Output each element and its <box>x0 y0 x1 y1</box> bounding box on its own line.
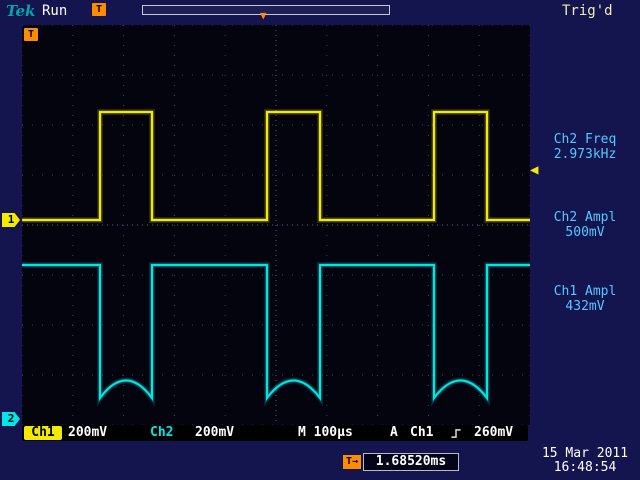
measurement-ch2-ampl: Ch2 Ampl 500mV <box>532 210 638 240</box>
right-arrow-icon: → <box>352 456 358 467</box>
trigger-mode-label: A <box>390 425 398 441</box>
measurement-label: Ch2 Ampl <box>532 210 638 225</box>
measurement-value: 500mV <box>532 225 638 240</box>
ch1-scale-value: 200mV <box>68 425 107 441</box>
time-label: 16:48:54 <box>532 461 638 475</box>
oscilloscope-display: Tek Run T ▼ Trig'd T 1 2 ◀ Ch2 Freq 2.97… <box>0 0 640 480</box>
measurement-label: Ch2 Freq <box>532 132 638 147</box>
ch2-scale-label: Ch2 <box>150 425 173 441</box>
delay-marker-chip: T→ <box>343 455 361 469</box>
trigger-position-icon: ▼ <box>260 9 267 22</box>
ch1-scale-chip: Ch1 <box>24 426 62 440</box>
ch1-marker-label: 1 <box>8 213 15 226</box>
measurement-label: Ch1 Ampl <box>532 284 638 299</box>
graticule-area: T <box>22 25 530 425</box>
readout-bar: Ch1 200mV Ch2 200mV M 100µs A Ch1 260mV <box>22 425 528 441</box>
ch2-scale-value: 200mV <box>195 425 234 441</box>
date-label: 15 Mar 2011 <box>532 447 638 461</box>
tek-logo: Tek <box>6 2 35 20</box>
trigger-level-icon: ◀ <box>530 162 538 178</box>
delay-time-value: 1.68520ms <box>376 454 446 469</box>
trigger-flag: T <box>24 28 38 41</box>
trigger-state-label: Trig'd <box>562 3 613 19</box>
measurement-ch1-ampl: Ch1 Ampl 432mV <box>532 284 638 314</box>
rising-edge-icon <box>450 428 462 439</box>
measurement-value: 2.973kHz <box>532 147 638 162</box>
timebase-readout: M 100µs <box>298 425 353 441</box>
delay-time-readout: 1.68520ms <box>363 453 459 471</box>
measurement-ch2-freq: Ch2 Freq 2.973kHz <box>532 132 638 162</box>
trigger-t-chip: T <box>92 3 106 16</box>
waveform-traces <box>22 25 530 425</box>
ch2-reference-marker: 2 <box>2 412 20 426</box>
datetime-panel: 15 Mar 2011 16:48:54 <box>532 447 638 475</box>
trigger-source-label: Ch1 <box>410 425 433 441</box>
ch2-marker-label: 2 <box>8 412 15 425</box>
trigger-level-value: 260mV <box>474 425 513 441</box>
ch1-reference-marker: 1 <box>2 213 20 227</box>
measurement-value: 432mV <box>532 299 638 314</box>
run-status-label: Run <box>42 3 67 19</box>
